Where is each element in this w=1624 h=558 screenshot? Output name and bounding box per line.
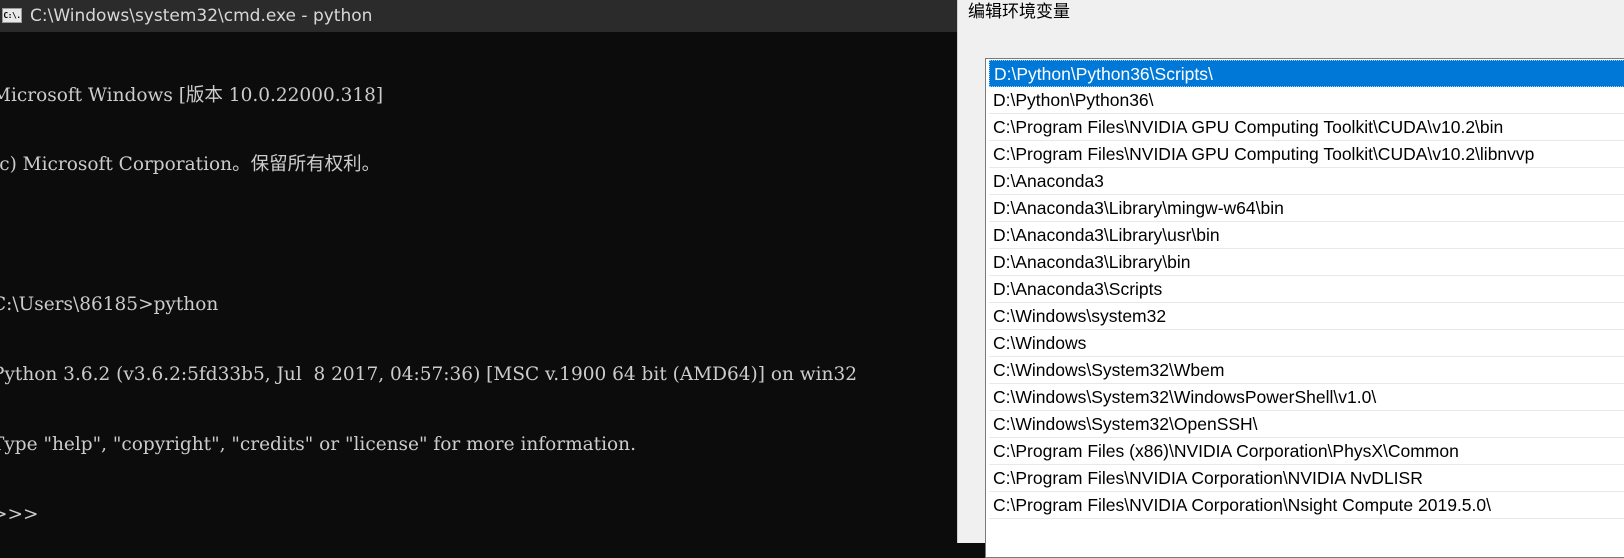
cmd-window-title: C:\Windows\system32\cmd.exe - python: [30, 6, 373, 26]
path-list-item[interactable]: C:\Program Files\NVIDIA Corporation\Nsig…: [989, 492, 1624, 519]
console-line: Python 3.6.2 (v3.6.2:5fd33b5, Jul 8 2017…: [0, 364, 857, 386]
path-list-item[interactable]: C:\Program Files (x86)\NVIDIA Corporatio…: [989, 438, 1624, 465]
path-list-item[interactable]: D:\Anaconda3\Scripts: [989, 276, 1624, 303]
path-list-item[interactable]: C:\Windows\System32\OpenSSH\: [989, 411, 1624, 438]
path-list-item[interactable]: D:\Anaconda3\Library\usr\bin: [989, 222, 1624, 249]
python-prompt[interactable]: >>>: [0, 503, 957, 526]
console-output[interactable]: Microsoft Windows [版本 10.0.22000.318] (c…: [0, 37, 957, 537]
cmd-window[interactable]: C:\. C:\Windows\system32\cmd.exe - pytho…: [0, 0, 957, 543]
path-list-item[interactable]: C:\Program Files\NVIDIA GPU Computing To…: [989, 141, 1624, 168]
console-line: (c) Microsoft Corporation。保留所有权利。: [0, 154, 381, 176]
path-list-item[interactable]: C:\Windows\System32\WindowsPowerShell\v1…: [989, 384, 1624, 411]
path-list-item[interactable]: D:\Anaconda3\Library\mingw-w64\bin: [989, 195, 1624, 222]
path-list-item[interactable]: C:\Windows: [989, 330, 1624, 357]
console-line: C:\Users\86185>python: [0, 294, 219, 316]
console-line: Type "help", "copyright", "credits" or "…: [0, 434, 636, 456]
cmd-app-icon[interactable]: C:\.: [2, 8, 22, 23]
dialog-title: 编辑环境变量: [968, 2, 1070, 22]
path-list-item[interactable]: C:\Program Files\NVIDIA GPU Computing To…: [989, 114, 1624, 141]
path-list-item[interactable]: D:\Anaconda3: [989, 168, 1624, 195]
path-list[interactable]: D:\Python\Python36\Scripts\ D:\Python\Py…: [985, 58, 1624, 558]
path-list-item[interactable]: D:\Python\Python36\: [989, 87, 1624, 114]
path-list-item[interactable]: C:\Windows\System32\Wbem: [989, 357, 1624, 384]
path-list-item[interactable]: C:\Windows\system32: [989, 303, 1624, 330]
path-list-item[interactable]: D:\Anaconda3\Library\bin: [989, 249, 1624, 276]
path-list-item[interactable]: D:\Python\Python36\Scripts\: [989, 60, 1624, 87]
cmd-titlebar[interactable]: C:\. C:\Windows\system32\cmd.exe - pytho…: [0, 0, 957, 32]
edit-env-var-dialog[interactable]: 编辑环境变量 D:\Python\Python36\Scripts\ D:\Py…: [957, 0, 1624, 558]
path-list-item[interactable]: C:\Program Files\NVIDIA Corporation\NVID…: [989, 465, 1624, 492]
console-line: Microsoft Windows [版本 10.0.22000.318]: [0, 84, 384, 106]
